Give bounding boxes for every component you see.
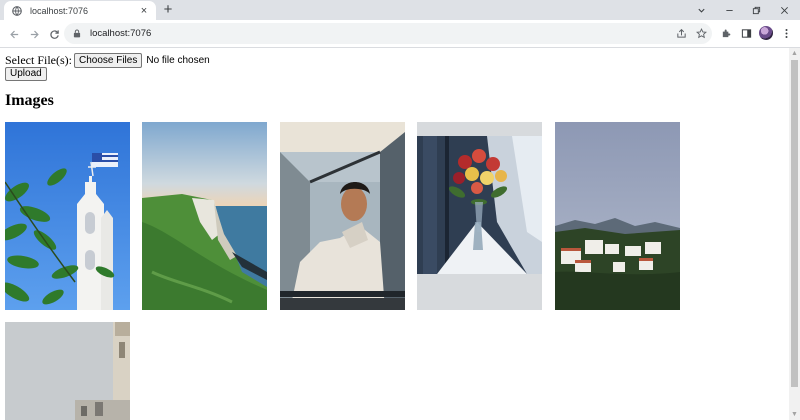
- extensions-puzzle-icon[interactable]: [719, 26, 733, 40]
- share-icon[interactable]: [674, 26, 688, 40]
- page-scrollbar[interactable]: ▲ ▼: [789, 48, 800, 420]
- tower-photo: [5, 322, 130, 420]
- gallery-image-tower[interactable]: [5, 322, 130, 420]
- gallery-image-church[interactable]: [5, 122, 130, 310]
- new-tab-button[interactable]: +: [161, 2, 175, 17]
- forward-arrow-icon[interactable]: [26, 26, 42, 42]
- minimize-icon[interactable]: [721, 2, 737, 18]
- tab-search-icon[interactable]: [693, 2, 709, 18]
- upload-button[interactable]: Upload: [5, 67, 47, 81]
- url-text: localhost:7076: [90, 28, 152, 39]
- gallery-image-village[interactable]: [555, 122, 680, 310]
- bookmark-star-icon[interactable]: [694, 26, 708, 40]
- gallery-image-flowers[interactable]: [417, 122, 542, 310]
- scroll-up-arrow-icon[interactable]: ▲: [791, 50, 798, 57]
- scrollbar-thumb[interactable]: [791, 60, 798, 387]
- restore-icon[interactable]: [748, 2, 764, 18]
- tab-close-icon[interactable]: ×: [138, 5, 150, 17]
- address-bar[interactable]: localhost:7076: [64, 23, 712, 44]
- menu-kebab-icon[interactable]: [779, 26, 793, 40]
- tab-strip: localhost:7076 × +: [0, 0, 800, 20]
- profile-avatar[interactable]: [759, 26, 773, 40]
- tab-title: localhost:7076: [30, 5, 89, 16]
- gallery-image-man[interactable]: [280, 122, 405, 310]
- lock-icon: [73, 29, 82, 39]
- man-photo: [280, 122, 405, 310]
- flowers-photo: [417, 122, 542, 310]
- no-file-chosen-text: No file chosen: [146, 55, 210, 66]
- choose-files-button[interactable]: Choose Files: [73, 53, 143, 68]
- village-photo: [555, 122, 680, 310]
- upload-row: Select File(s): Choose Files No file cho…: [5, 53, 210, 68]
- images-heading: Images: [5, 92, 54, 109]
- reload-icon[interactable]: [46, 26, 62, 42]
- page-content: Select File(s): Choose Files No file cho…: [0, 48, 789, 420]
- church-photo: [5, 122, 130, 310]
- globe-icon: [12, 5, 22, 16]
- close-window-icon[interactable]: [776, 2, 792, 18]
- browser-toolbar: localhost:7076: [0, 20, 800, 48]
- back-arrow-icon[interactable]: [6, 26, 22, 42]
- select-files-label: Select File(s):: [5, 53, 72, 67]
- gallery-image-cliffs[interactable]: [142, 122, 267, 310]
- cliffs-photo: [142, 122, 267, 310]
- scroll-down-arrow-icon[interactable]: ▼: [791, 411, 798, 418]
- browser-tab[interactable]: localhost:7076 ×: [4, 1, 156, 20]
- side-panel-icon[interactable]: [739, 26, 753, 40]
